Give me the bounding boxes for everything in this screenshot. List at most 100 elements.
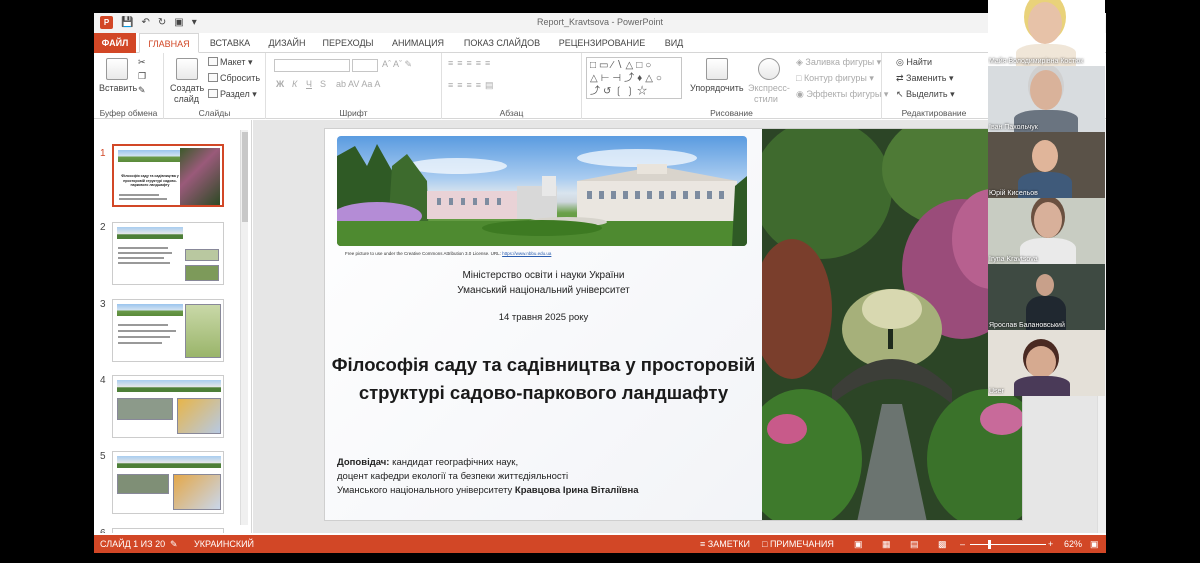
comments-button[interactable]: □ ПРИМЕЧАНИЯ xyxy=(762,539,834,549)
slide-thumbnail-4[interactable] xyxy=(112,375,224,438)
university-text: Уманський національний університет xyxy=(457,285,630,296)
list-buttons-icons[interactable]: ≡≡≡≡≡ xyxy=(448,58,494,68)
slide-thumbnail-5[interactable] xyxy=(112,451,224,514)
arrange-button[interactable]: Упорядочить xyxy=(690,83,744,93)
tab-file[interactable]: ФАЙЛ xyxy=(94,33,136,53)
slide-thumbnail-2[interactable] xyxy=(112,222,224,285)
layout-button[interactable]: Макет ▾ xyxy=(208,57,253,68)
speaker-line2: доцент кафедри екології та безпеки життє… xyxy=(337,471,569,482)
participant-video xyxy=(1028,2,1062,44)
notes-button[interactable]: ≡ ЗАМЕТКИ xyxy=(700,539,750,549)
thumbnail-scrollbar-thumb[interactable] xyxy=(242,132,248,222)
strikethrough-button[interactable]: S xyxy=(320,79,326,89)
slide-thumbnail-1[interactable]: Філософія саду та садівництва у просторо… xyxy=(112,144,224,207)
shape-outline-button[interactable]: □ Контур фигуры ▾ xyxy=(796,73,874,84)
thumbnail-number: 4 xyxy=(100,375,106,386)
shapes-gallery[interactable]: □▭∕∖△□○ △⊢⊣⤴♦△○ ⤴↺❲❳☆ xyxy=(586,57,682,99)
language-indicator[interactable]: УКРАИНСКИЙ xyxy=(194,539,254,549)
participant-video xyxy=(1032,140,1058,172)
tab-home[interactable]: ГЛАВНАЯ xyxy=(139,33,199,53)
font-more-icons[interactable]: ab AV Aa A xyxy=(336,79,380,89)
slide-title: Філософія саду та садівництва у просторо… xyxy=(325,351,762,407)
thumbnail-text-line xyxy=(118,336,170,338)
tab-insert[interactable]: ВСТАВКА xyxy=(202,33,258,53)
slide-title-line2: структурі садово-паркового ландшафту xyxy=(358,382,729,403)
tab-slide-show[interactable]: ПОКАЗ СЛАЙДОВ xyxy=(456,33,548,53)
normal-view-icon[interactable]: ▣ xyxy=(854,539,863,550)
zoom-slider-thumb[interactable] xyxy=(988,540,991,549)
spellcheck-icon[interactable]: ✎ xyxy=(170,539,178,550)
section-icon xyxy=(208,89,218,98)
participant-tile-1[interactable]: Майя Володимирівна Костюк xyxy=(988,0,1105,66)
participant-tile-4[interactable]: Iryna Kravtsova xyxy=(988,198,1105,264)
underline-button[interactable]: Ч xyxy=(306,79,312,89)
new-slide-button-line2: слайд xyxy=(174,94,200,104)
shape-effects-label: Эффекты фигуры xyxy=(806,89,882,99)
shape-effects-button[interactable]: ◉ Эффекты фигуры ▾ xyxy=(796,89,888,100)
shape-fill-icon: ◈ xyxy=(796,57,806,67)
font-size-field[interactable] xyxy=(352,59,378,72)
thumbnail-number: 3 xyxy=(100,299,106,310)
find-button[interactable]: ◎ Найти xyxy=(896,57,932,68)
editing-group-label: Редактирование xyxy=(901,108,967,118)
format-painter-icon[interactable]: ✎ xyxy=(138,85,146,96)
quick-styles-button[interactable]: Экспресс- xyxy=(748,83,790,93)
slide-sorter-icon[interactable]: ▦ xyxy=(882,539,891,550)
paragraph-group-label: Абзац xyxy=(499,108,524,118)
font-name-field[interactable] xyxy=(274,59,350,72)
zoom-slider[interactable] xyxy=(970,544,1046,545)
drawing-group-label: Рисование xyxy=(710,108,753,118)
tab-review[interactable]: РЕЦЕНЗИРОВАНИЕ xyxy=(550,33,654,53)
thumbnail-text-line xyxy=(118,252,172,254)
thumbnail-scrollbar[interactable] xyxy=(240,130,248,525)
replace-button[interactable]: ⇄ Заменить ▾ xyxy=(896,73,954,84)
copy-icon[interactable]: ❐ xyxy=(138,71,146,82)
participant-tile-2[interactable]: Іван Пахольчук xyxy=(988,66,1105,132)
participant-tile-6[interactable]: User xyxy=(988,330,1105,396)
comments-icon: □ xyxy=(762,539,770,549)
image-credit-link[interactable]: https://www.nbbu.edu.ua xyxy=(502,251,551,256)
participant-tile-5[interactable]: Ярослав Балановський xyxy=(988,264,1105,330)
font-group: Aˆ Aˇ ✎ Ж К Ч S ab AV Aa A Шрифт xyxy=(266,53,442,119)
thumbnail-image xyxy=(177,398,221,434)
shape-fill-button[interactable]: ◈ Заливка фигуры ▾ xyxy=(796,57,881,68)
bold-button[interactable]: Ж xyxy=(276,79,284,89)
zoom-in-icon[interactable]: + xyxy=(1048,539,1053,549)
tab-transitions[interactable]: ПЕРЕХОДЫ xyxy=(316,33,380,53)
paste-button[interactable]: Вставить xyxy=(99,83,137,93)
notes-label: ЗАМЕТКИ xyxy=(707,539,750,549)
screen: P 💾 ↶ ↻ ▣ ▾ Report_Kravtsova - PowerPoin… xyxy=(0,0,1200,563)
garden-photo xyxy=(762,129,1022,520)
italic-button[interactable]: К xyxy=(292,79,297,89)
image-credit: Free picture to use under the Creative C… xyxy=(345,251,551,256)
section-button[interactable]: Раздел ▾ xyxy=(208,89,257,100)
slide-thumbnail-6[interactable] xyxy=(112,528,224,533)
layout-label: Макет xyxy=(220,57,246,67)
reading-view-icon[interactable]: ▤ xyxy=(910,539,919,550)
speaker-university: Уманського національного університету xyxy=(337,485,515,496)
select-button[interactable]: ↖ Выделить ▾ xyxy=(896,89,955,100)
tab-design[interactable]: ДИЗАЙН xyxy=(260,33,314,53)
reset-button[interactable]: Сбросить xyxy=(208,73,260,83)
binoculars-icon: ◎ xyxy=(896,57,907,67)
new-slide-button[interactable]: Создать xyxy=(170,83,204,93)
tab-animations[interactable]: АНИМАЦИЯ xyxy=(382,33,454,53)
garden-illustration xyxy=(762,129,1022,520)
tab-view[interactable]: ВИД xyxy=(656,33,692,53)
current-slide[interactable]: Free picture to use under the Creative C… xyxy=(324,128,1023,521)
participant-name: Ярослав Балановський xyxy=(989,322,1065,329)
paragraph-group: ≡≡≡≡≡ ≡≡≡≡▤ Абзац xyxy=(442,53,582,119)
fit-slide-icon[interactable]: ▣ xyxy=(1090,539,1099,550)
font-grow-shrink-icons[interactable]: Aˆ Aˇ ✎ xyxy=(382,59,412,70)
participant-video-body xyxy=(1014,376,1070,396)
zoom-out-icon[interactable]: – xyxy=(960,539,965,549)
thumbnail-text-line xyxy=(118,257,164,259)
slideshow-icon[interactable]: ▩ xyxy=(938,539,947,550)
participant-tile-3[interactable]: Юрій Кисельов xyxy=(988,132,1105,198)
zoom-level[interactable]: 62% xyxy=(1064,539,1082,549)
slide-thumbnail-3[interactable] xyxy=(112,299,224,362)
cut-icon[interactable]: ✂ xyxy=(138,57,146,68)
font-group-label: Шрифт xyxy=(339,108,368,118)
alignment-buttons-icons[interactable]: ≡≡≡≡▤ xyxy=(448,80,498,91)
shape-fill-label: Заливка фигуры xyxy=(805,57,875,67)
